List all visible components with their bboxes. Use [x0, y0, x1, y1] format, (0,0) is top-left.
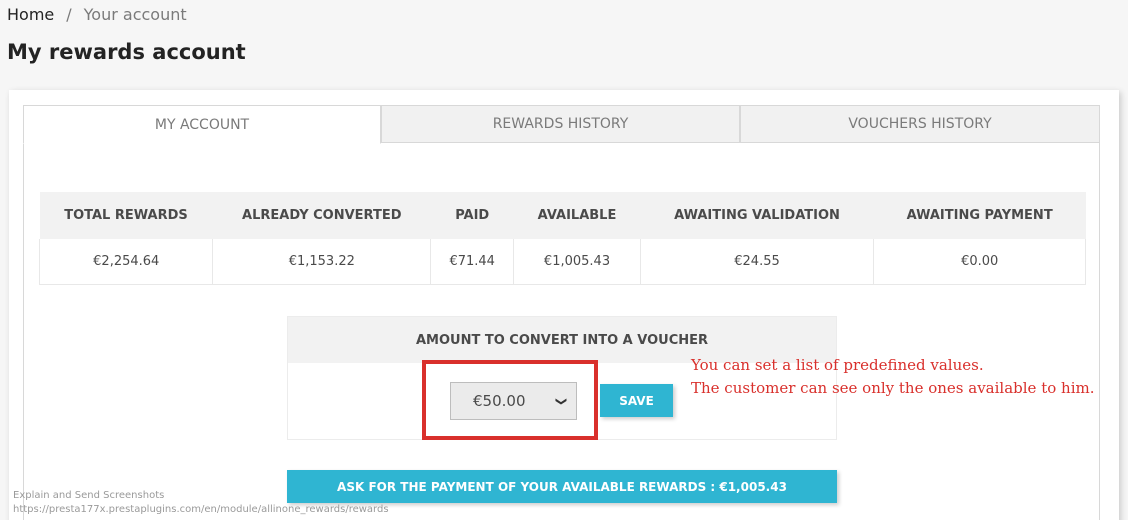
value-awaiting-payment: €0.00	[873, 239, 1086, 285]
watermark-title: Explain and Send Screenshots	[13, 490, 165, 501]
watermark-url: https://presta177x.prestaplugins.com/en/…	[13, 504, 389, 515]
header-already-converted: ALREADY CONVERTED	[212, 192, 432, 239]
tab-bar: MY ACCOUNT REWARDS HISTORY VOUCHERS HIST…	[23, 105, 1100, 144]
value-available: €1,005.43	[513, 239, 641, 285]
tab-vouchers-history[interactable]: VOUCHERS HISTORY	[740, 105, 1100, 143]
page-title: My rewards account	[7, 40, 246, 64]
tab-rewards-history[interactable]: REWARDS HISTORY	[381, 105, 740, 143]
header-paid: PAID	[430, 192, 515, 239]
header-awaiting-payment: AWAITING PAYMENT	[873, 192, 1086, 239]
header-total-rewards: TOTAL REWARDS	[39, 192, 214, 239]
watermark: Explain and Send Screenshots https://pre…	[13, 489, 389, 517]
value-paid: €71.44	[430, 239, 515, 285]
value-awaiting-validation: €24.55	[640, 239, 875, 285]
header-available: AVAILABLE	[513, 192, 641, 239]
breadcrumb: Home / Your account	[7, 5, 187, 24]
save-button[interactable]: SAVE	[600, 384, 673, 417]
breadcrumb-home-link[interactable]: Home	[7, 5, 54, 24]
annotation-line-2: The customer can see only the ones avail…	[691, 379, 1095, 397]
table-header-row: TOTAL REWARDS ALREADY CONVERTED PAID AVA…	[39, 192, 1086, 239]
voucher-amount-select[interactable]: €50.00 ❯	[450, 382, 577, 420]
breadcrumb-current: Your account	[83, 5, 187, 24]
value-already-converted: €1,153.22	[212, 239, 432, 285]
header-awaiting-validation: AWAITING VALIDATION	[640, 192, 875, 239]
annotation-note: You can set a list of predefined values.…	[691, 354, 1094, 400]
table-row: €2,254.64 €1,153.22 €71.44 €1,005.43 €24…	[38, 239, 1086, 285]
breadcrumb-separator: /	[66, 5, 72, 24]
value-total-rewards: €2,254.64	[38, 239, 214, 285]
tab-my-account[interactable]: MY ACCOUNT	[23, 105, 381, 144]
rewards-card: MY ACCOUNT REWARDS HISTORY VOUCHERS HIST…	[9, 90, 1119, 520]
chevron-down-icon: ❯	[554, 396, 568, 406]
selected-amount: €50.00	[473, 392, 526, 410]
annotation-line-1: You can set a list of predefined values.	[691, 356, 984, 374]
rewards-summary-table: TOTAL REWARDS ALREADY CONVERTED PAID AVA…	[38, 192, 1086, 285]
